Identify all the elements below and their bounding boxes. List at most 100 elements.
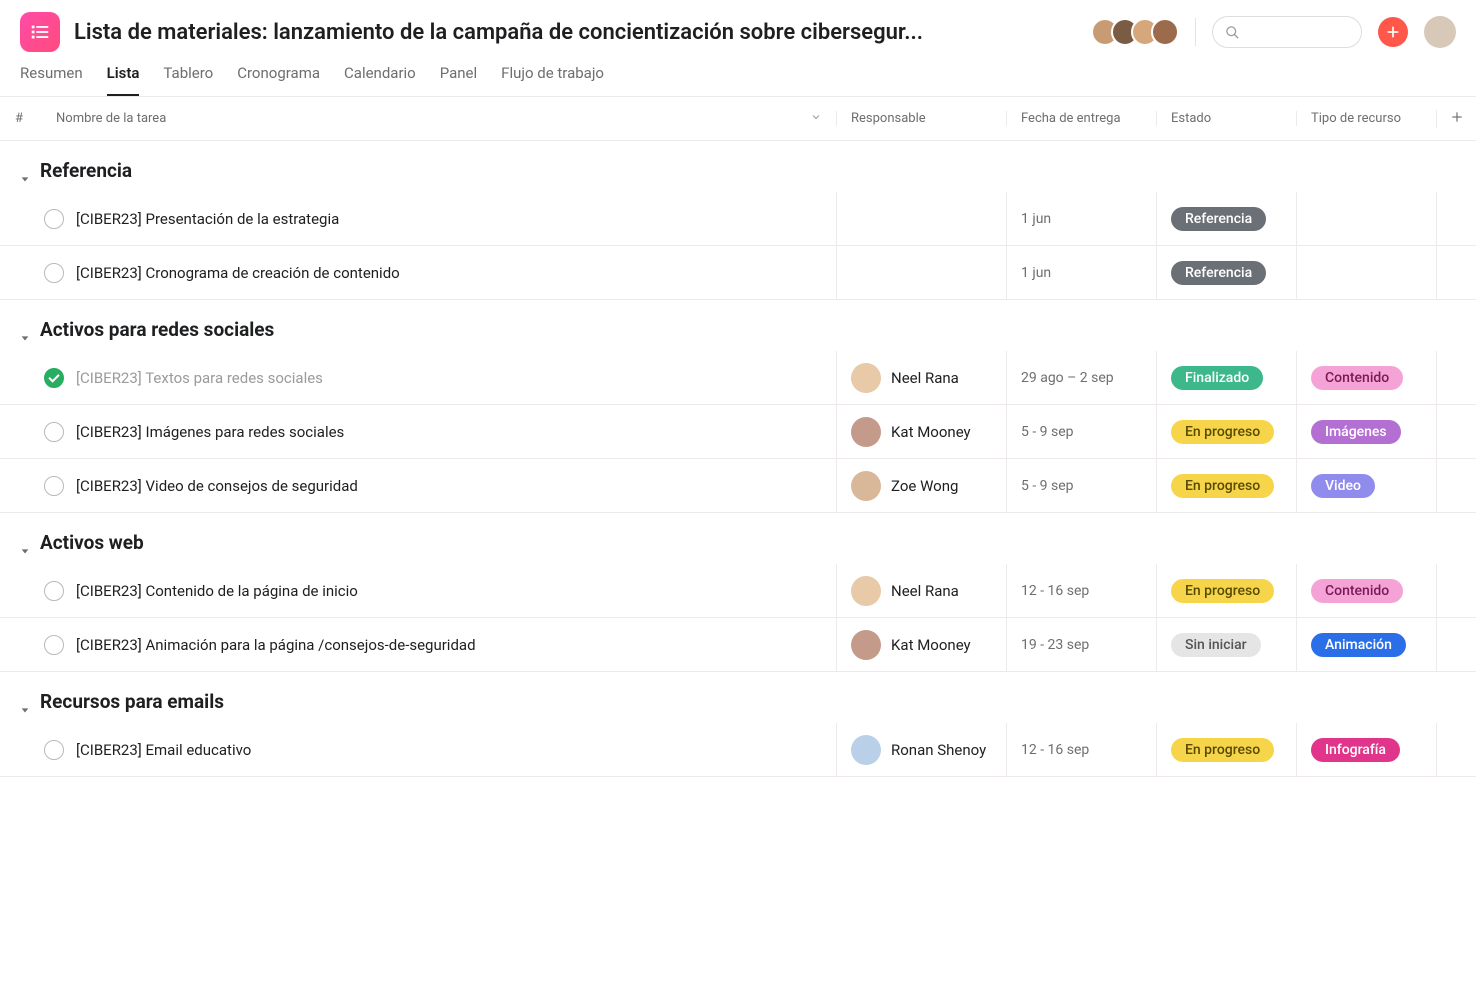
resource-pill: Animación xyxy=(1311,633,1406,657)
tab-calendario[interactable]: Calendario xyxy=(344,64,416,96)
complete-toggle[interactable] xyxy=(44,476,64,496)
complete-toggle[interactable] xyxy=(44,740,64,760)
cell-status[interactable]: En progreso xyxy=(1156,723,1296,776)
task-name[interactable]: [CIBER23] Email educativo xyxy=(76,741,836,759)
resource-pill: Contenido xyxy=(1311,579,1403,603)
section-title: Recursos para emails xyxy=(40,690,224,713)
section-header[interactable]: Activos para redes sociales xyxy=(0,300,1476,351)
task-row[interactable]: [CIBER23] Video de consejos de seguridad… xyxy=(0,459,1476,513)
cell-status[interactable]: Finalizado xyxy=(1156,351,1296,404)
section-header[interactable]: Activos web xyxy=(0,513,1476,564)
project-title[interactable]: Lista de materiales: lanzamiento de la c… xyxy=(74,20,1077,45)
cell-complete xyxy=(0,740,76,760)
tab-lista[interactable]: Lista xyxy=(107,64,140,96)
cell-assignee[interactable]: Kat Mooney xyxy=(836,405,1006,458)
cell-due-date[interactable]: 12 - 16 sep xyxy=(1006,564,1156,617)
section-header[interactable]: Referencia xyxy=(0,141,1476,192)
cell-status[interactable]: Referencia xyxy=(1156,246,1296,299)
complete-toggle[interactable] xyxy=(44,422,64,442)
cell-resource-type[interactable]: Video xyxy=(1296,459,1436,512)
tab-resumen[interactable]: Resumen xyxy=(20,64,83,96)
current-user-avatar[interactable] xyxy=(1424,16,1456,48)
cell-status[interactable]: Sin iniciar xyxy=(1156,618,1296,671)
cell-status[interactable]: Referencia xyxy=(1156,192,1296,245)
task-name[interactable]: [CIBER23] Imágenes para redes sociales xyxy=(76,423,836,441)
cell-due-date[interactable]: 1 jun xyxy=(1006,192,1156,245)
task-name[interactable]: [CIBER23] Animación para la página /cons… xyxy=(76,636,836,654)
assignee-name: Neel Rana xyxy=(891,582,959,600)
task-grid: # Nombre de la tarea Responsable Fecha d… xyxy=(0,97,1476,777)
cell-status[interactable]: En progreso xyxy=(1156,459,1296,512)
tab-flujo-de-trabajo[interactable]: Flujo de trabajo xyxy=(501,64,604,96)
cell-resource-type[interactable]: Contenido xyxy=(1296,564,1436,617)
section-header[interactable]: Recursos para emails xyxy=(0,672,1476,723)
chevron-down-icon[interactable] xyxy=(810,111,822,127)
tab-cronograma[interactable]: Cronograma xyxy=(237,64,320,96)
assignee-name: Kat Mooney xyxy=(891,423,971,441)
task-row[interactable]: [CIBER23] Textos para redes socialesNeel… xyxy=(0,351,1476,405)
member-avatar-stack[interactable] xyxy=(1091,18,1179,46)
list-icon xyxy=(29,21,51,43)
task-name[interactable]: [CIBER23] Cronograma de creación de cont… xyxy=(76,264,836,282)
cell-status[interactable]: En progreso xyxy=(1156,405,1296,458)
cell-assignee[interactable] xyxy=(836,246,1006,299)
task-row[interactable]: [CIBER23] Email educativoRonan Shenoy12 … xyxy=(0,723,1476,777)
member-avatar[interactable] xyxy=(1151,18,1179,46)
status-pill: En progreso xyxy=(1171,579,1274,603)
column-due-date[interactable]: Fecha de entrega xyxy=(1006,111,1156,126)
cell-complete xyxy=(0,368,76,388)
task-row[interactable]: [CIBER23] Contenido de la página de inic… xyxy=(0,564,1476,618)
task-row[interactable]: [CIBER23] Presentación de la estrategia 1… xyxy=(0,192,1476,246)
resource-pill: Infografía xyxy=(1311,738,1400,762)
cell-resource-type[interactable]: Imágenes xyxy=(1296,405,1436,458)
cell-due-date[interactable]: 19 - 23 sep xyxy=(1006,618,1156,671)
status-pill: En progreso xyxy=(1171,420,1274,444)
cell-due-date[interactable]: 5 - 9 sep xyxy=(1006,459,1156,512)
cell-complete xyxy=(0,422,76,442)
task-name[interactable]: [CIBER23] Contenido de la página de inic… xyxy=(76,582,836,600)
cell-due-date[interactable]: 29 ago – 2 sep xyxy=(1006,351,1156,404)
complete-toggle[interactable] xyxy=(44,209,64,229)
column-assignee[interactable]: Responsable xyxy=(836,111,1006,126)
status-pill: En progreso xyxy=(1171,738,1274,762)
cell-complete xyxy=(0,581,76,601)
cell-due-date[interactable]: 1 jun xyxy=(1006,246,1156,299)
view-tabs: Resumen Lista Tablero Cronograma Calendario P… xyxy=(0,52,1476,97)
complete-toggle[interactable] xyxy=(44,263,64,283)
cell-resource-type[interactable]: Infografía xyxy=(1296,723,1436,776)
cell-assignee[interactable]: Zoe Wong xyxy=(836,459,1006,512)
cell-resource-type[interactable]: Animación xyxy=(1296,618,1436,671)
cell-due-date[interactable]: 5 - 9 sep xyxy=(1006,405,1156,458)
task-name[interactable]: [CIBER23] Presentación de la estrategia xyxy=(76,210,836,228)
cell-resource-type[interactable]: Contenido xyxy=(1296,351,1436,404)
cell-assignee[interactable]: Kat Mooney xyxy=(836,618,1006,671)
cell-trailing xyxy=(1436,192,1476,245)
cell-status[interactable]: En progreso xyxy=(1156,564,1296,617)
cell-trailing xyxy=(1436,564,1476,617)
task-row[interactable]: [CIBER23] Cronograma de creación de cont… xyxy=(0,246,1476,300)
status-pill: En progreso xyxy=(1171,474,1274,498)
task-row[interactable]: [CIBER23] Imágenes para redes sociales Ka… xyxy=(0,405,1476,459)
tab-panel[interactable]: Panel xyxy=(440,64,477,96)
column-resource-type[interactable]: Tipo de recurso xyxy=(1296,111,1436,126)
cell-assignee[interactable]: Neel Rana xyxy=(836,351,1006,404)
tab-tablero[interactable]: Tablero xyxy=(163,64,213,96)
column-task-name[interactable]: Nombre de la tarea xyxy=(38,111,836,127)
cell-due-date[interactable]: 12 - 16 sep xyxy=(1006,723,1156,776)
cell-resource-type[interactable] xyxy=(1296,192,1436,245)
task-name[interactable]: [CIBER23] Textos para redes sociales xyxy=(76,369,836,387)
cell-trailing xyxy=(1436,618,1476,671)
task-row[interactable]: [CIBER23] Animación para la página /cons… xyxy=(0,618,1476,672)
cell-assignee[interactable]: Neel Rana xyxy=(836,564,1006,617)
add-button[interactable] xyxy=(1378,17,1408,47)
add-column-button[interactable] xyxy=(1436,110,1476,128)
cell-assignee[interactable]: Ronan Shenoy xyxy=(836,723,1006,776)
cell-resource-type[interactable] xyxy=(1296,246,1436,299)
task-name[interactable]: [CIBER23] Video de consejos de seguridad xyxy=(76,477,836,495)
complete-toggle[interactable] xyxy=(44,581,64,601)
cell-assignee[interactable] xyxy=(836,192,1006,245)
complete-toggle[interactable] xyxy=(44,635,64,655)
column-status[interactable]: Estado xyxy=(1156,111,1296,126)
search-input[interactable] xyxy=(1212,16,1362,48)
complete-toggle[interactable] xyxy=(44,368,64,388)
